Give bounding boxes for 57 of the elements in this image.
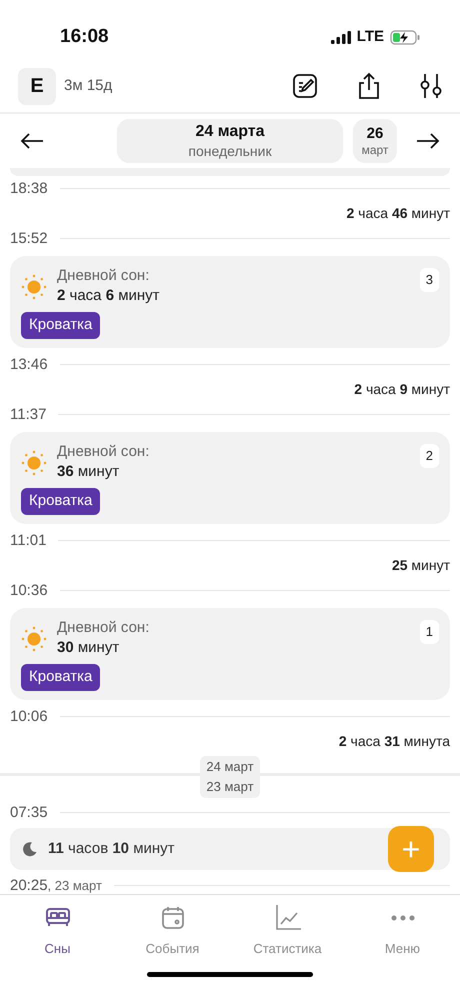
interval-duration: 25 минут	[392, 556, 450, 575]
signal-icon	[330, 30, 351, 44]
sun-icon	[21, 626, 47, 652]
nap-card[interactable]: Дневной сон: 2 часа 6 минут 3 Кроватка	[10, 256, 450, 348]
current-weekday: понедельник	[188, 142, 272, 160]
place-tag: Кроватка	[21, 488, 100, 514]
time-label: 15:52	[10, 230, 48, 248]
calendar-icon	[160, 904, 186, 931]
interval-duration: 2 часа 31 минута	[338, 732, 450, 751]
settings-sliders-icon[interactable]	[420, 72, 442, 100]
back-arrow-icon[interactable]	[20, 132, 44, 150]
current-date: 24 марта	[195, 122, 265, 142]
nap-card[interactable]: Дневной сон: 36 минут 2 Кроватка	[10, 432, 450, 524]
date-label: , 23 март	[48, 876, 102, 894]
interval-duration: 2 часа 9 минут	[354, 380, 450, 399]
forward-arrow-icon[interactable]	[416, 132, 440, 150]
nap-number: 2	[420, 444, 439, 468]
place-tag: Кроватка	[21, 312, 100, 338]
next-day: 26	[366, 124, 384, 142]
nap-label: Дневной сон:	[57, 266, 150, 286]
next-date-pill[interactable]: 26 март	[353, 119, 397, 163]
battery-charging-icon	[390, 30, 420, 44]
night-duration: 11 часов 10 минут	[48, 838, 175, 859]
nap-label: Дневной сон:	[57, 442, 150, 462]
time-label: 07:35	[10, 804, 48, 822]
nap-label: Дневной сон:	[57, 618, 150, 638]
time-label: 11:37	[10, 406, 46, 424]
time-label: 10:06	[10, 708, 48, 726]
sun-icon	[21, 274, 47, 300]
nap-card[interactable]: Дневной сон: 30 минут 1 Кроватка	[10, 608, 450, 700]
day-label: 23 март	[206, 778, 254, 796]
nap-duration: 36 минут	[57, 462, 120, 482]
network-label: LTE	[356, 26, 384, 47]
edit-note-icon[interactable]	[292, 73, 318, 99]
profile-avatar[interactable]: E	[18, 68, 56, 104]
day-label: 24 март	[206, 758, 254, 776]
more-icon	[390, 914, 414, 921]
chart-icon	[274, 904, 302, 932]
time-label: 10:36	[10, 582, 48, 600]
tab-item[interactable]: Сны	[0, 903, 115, 958]
sun-icon	[21, 450, 47, 476]
current-date-pill[interactable]: 24 марта понедельник	[117, 119, 343, 163]
next-month: март	[362, 142, 388, 158]
clock: 16:08	[60, 24, 109, 49]
nap-duration: 30 минут	[57, 638, 120, 658]
time-label: 18:38	[10, 180, 48, 198]
nap-number: 3	[420, 268, 439, 292]
share-icon[interactable]	[356, 72, 382, 100]
nap-duration: 2 часа 6 минут	[57, 286, 160, 306]
child-age: 3м 15д	[64, 76, 112, 96]
place-tag: Кроватка	[21, 664, 100, 690]
moon-icon	[22, 841, 38, 857]
time-label: 11:01	[10, 532, 46, 550]
nap-number: 1	[420, 620, 439, 644]
time-label: 13:46	[10, 356, 48, 374]
interval-duration: 2 часа 46 минут	[346, 204, 450, 223]
time-label: 20:25	[10, 876, 48, 894]
